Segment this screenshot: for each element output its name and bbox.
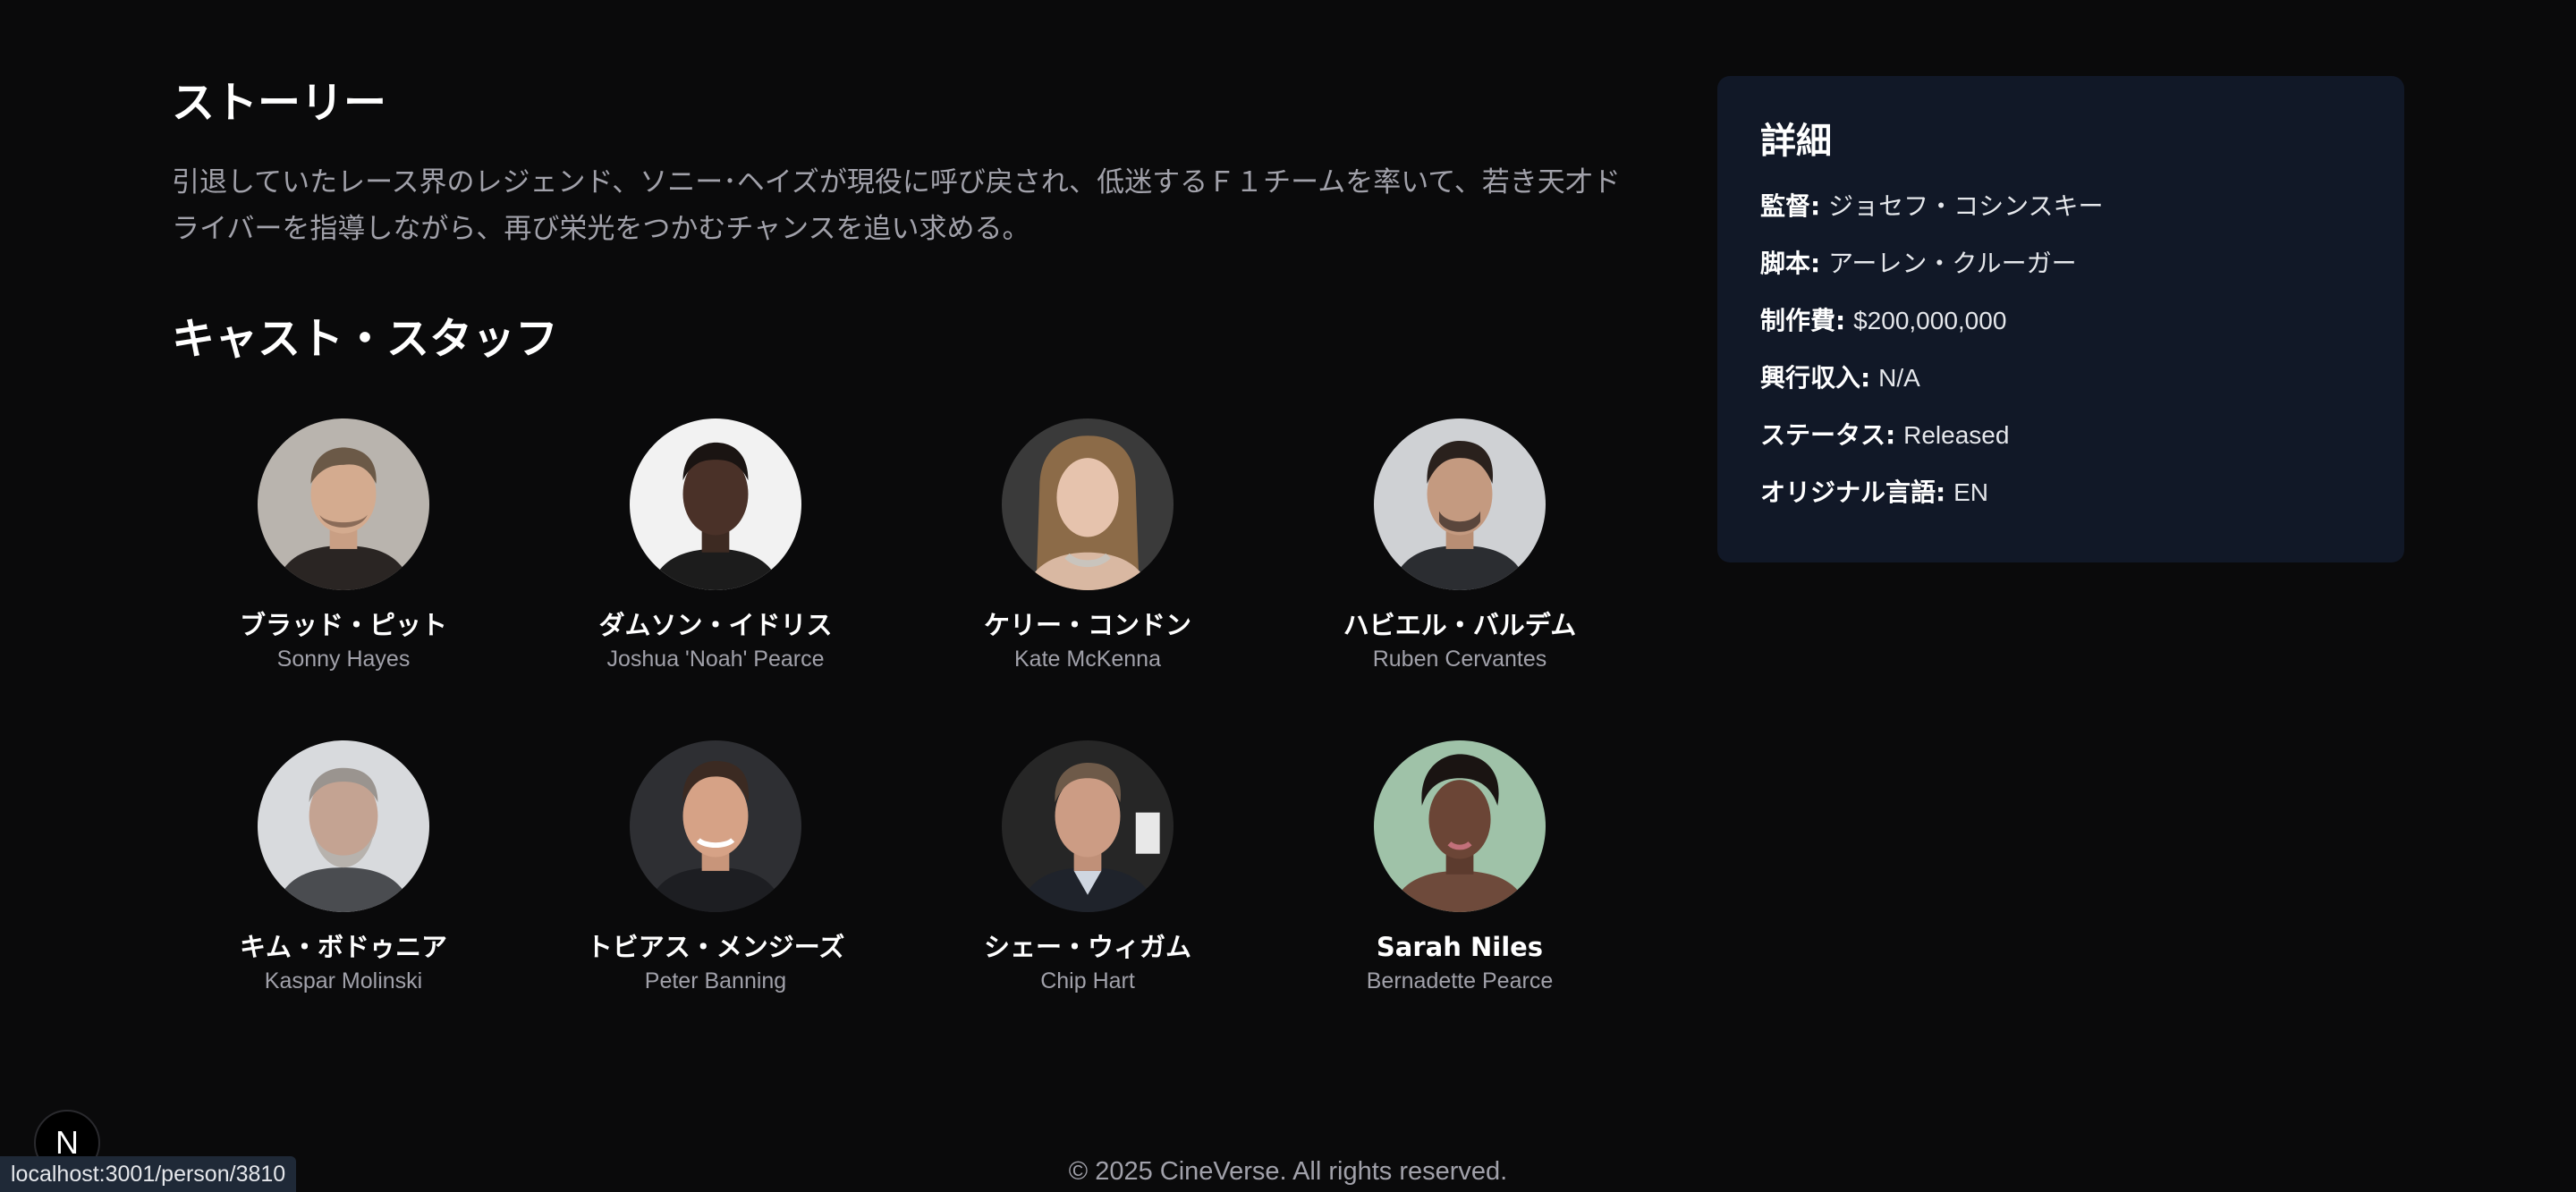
detail-label: ステータス: xyxy=(1760,420,1896,450)
cast-card[interactable]: シェー・ウィガム Chip Hart xyxy=(902,740,1274,1062)
story-overview: 引退していたレース界のレジェンド、ソニー･ヘイズが現役に呼び戻され、低迷するＦ１… xyxy=(172,166,1621,245)
details-panel: 詳細 監督: ジョセフ・コシンスキー 脚本: アーレン・クルーガー 制作費: $… xyxy=(1717,76,2404,562)
character-name: Bernadette Pearce xyxy=(1366,968,1554,993)
cast-card[interactable]: ハビエル・バルデム Ruben Cervantes xyxy=(1274,418,1646,740)
movie-detail-page: ストーリー 引退していたレース界のレジェンド、ソニー･ヘイズが現役に呼び戻され、… xyxy=(0,0,2576,1192)
character-name: Peter Banning xyxy=(644,968,787,993)
story-heading: ストーリー xyxy=(172,78,387,128)
detail-value: ジョセフ・コシンスキー xyxy=(1828,192,2104,220)
detail-value: Released xyxy=(1903,421,2010,449)
actor-name[interactable]: キム・ボドゥニア xyxy=(240,930,447,964)
detail-label: 制作費: xyxy=(1760,306,1846,335)
actor-name[interactable]: ハビエル・バルデム xyxy=(1343,608,1576,642)
actor-name[interactable]: トビアス・メンジーズ xyxy=(587,930,845,964)
character-name: Sonny Hayes xyxy=(276,647,411,672)
detail-value: $200,000,000 xyxy=(1853,307,2007,334)
cast-photo[interactable] xyxy=(258,740,429,912)
cast-photo[interactable] xyxy=(630,418,801,590)
detail-label: 脚本: xyxy=(1760,249,1821,278)
actor-name[interactable]: シェー・ウィガム xyxy=(984,930,1191,964)
cast-photo[interactable] xyxy=(630,740,801,912)
cast-photo[interactable] xyxy=(1374,418,1546,590)
cast-card[interactable]: ブラッド・ピット Sonny Hayes xyxy=(157,418,530,740)
character-name: Ruben Cervantes xyxy=(1372,647,1547,672)
cast-grid: ブラッド・ピット Sonny Hayes ダムソン・イドリス Joshua 'N… xyxy=(157,418,1646,1062)
character-name: Kaspar Molinski xyxy=(264,968,423,993)
details-heading: 詳細 xyxy=(1760,121,1832,162)
detail-row-writer: 脚本: アーレン・クルーガー xyxy=(1760,248,2361,305)
cast-photo[interactable] xyxy=(1002,740,1174,912)
actor-name[interactable]: ダムソン・イドリス xyxy=(598,608,832,642)
actor-name[interactable]: ケリー・コンドン xyxy=(984,608,1191,642)
detail-label: 監督: xyxy=(1760,191,1821,221)
detail-row-status: ステータス: Released xyxy=(1760,419,2361,477)
detail-row-director: 監督: ジョセフ・コシンスキー xyxy=(1760,190,2361,248)
detail-row-revenue: 興行収入: N/A xyxy=(1760,362,2361,419)
detail-value: N/A xyxy=(1878,364,1920,392)
cast-heading: キャスト・スタッフ xyxy=(172,314,559,364)
detail-row-language: オリジナル言語: EN xyxy=(1760,477,2361,534)
cast-photo[interactable] xyxy=(1374,740,1546,912)
detail-row-budget: 制作費: $200,000,000 xyxy=(1760,305,2361,362)
detail-label: 興行収入: xyxy=(1760,363,1871,393)
actor-name[interactable]: ブラッド・ピット xyxy=(240,608,447,642)
cast-photo[interactable] xyxy=(258,418,429,590)
character-name: Kate McKenna xyxy=(1014,647,1161,672)
cast-card[interactable]: ダムソン・イドリス Joshua 'Noah' Pearce xyxy=(530,418,902,740)
detail-value: アーレン・クルーガー xyxy=(1828,249,2077,277)
cast-photo[interactable] xyxy=(1002,418,1174,590)
link-status-url: localhost:3001/person/3810 xyxy=(0,1156,297,1192)
cast-card[interactable]: Sarah Niles Bernadette Pearce xyxy=(1274,740,1646,1062)
detail-label: オリジナル言語: xyxy=(1760,478,1946,507)
cast-card[interactable]: キム・ボドゥニア Kaspar Molinski xyxy=(157,740,530,1062)
cast-card[interactable]: トビアス・メンジーズ Peter Banning xyxy=(530,740,902,1062)
footer-copyright: © 2025 CineVerse. All rights reserved. xyxy=(1068,1157,1508,1186)
actor-name[interactable]: Sarah Niles xyxy=(1377,930,1543,964)
cast-card[interactable]: ケリー・コンドン Kate McKenna xyxy=(902,418,1274,740)
detail-value: EN xyxy=(1953,478,1989,506)
character-name: Chip Hart xyxy=(1040,968,1135,993)
character-name: Joshua 'Noah' Pearce xyxy=(606,647,825,672)
